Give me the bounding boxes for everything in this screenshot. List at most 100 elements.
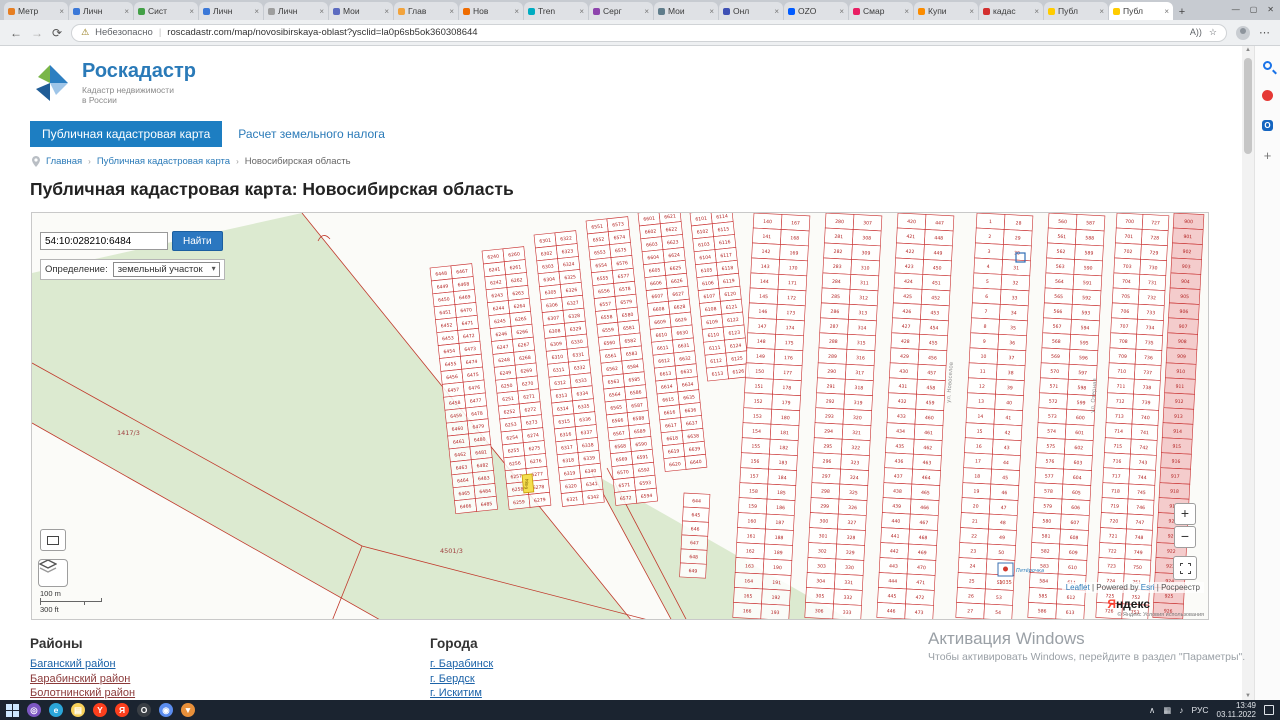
window-minimize-icon[interactable]: — <box>1232 5 1240 14</box>
browser-tab[interactable]: Tren× <box>524 2 588 20</box>
fullscreen-button[interactable] <box>1173 556 1197 580</box>
site-logo-title[interactable]: Роскадастр <box>82 60 196 83</box>
edge-icon[interactable]: e <box>49 703 63 717</box>
tab-close-icon[interactable]: × <box>514 7 519 16</box>
browser-tab[interactable]: Глав× <box>394 2 458 20</box>
scroll-up-icon[interactable]: ▲ <box>1242 47 1254 53</box>
tab-close-icon[interactable]: × <box>254 7 259 16</box>
tab-close-icon[interactable]: × <box>1164 7 1169 16</box>
language-indicator[interactable]: РУС <box>1192 705 1209 715</box>
taskbar-clock[interactable]: 13:4903.11.2022 <box>1217 701 1256 719</box>
footer-link[interactable]: г. Барабинск <box>430 658 493 670</box>
browser-tab[interactable]: Смар× <box>849 2 913 20</box>
yandex-icon[interactable]: Я <box>115 703 129 717</box>
footer-link[interactable]: Барабинский район <box>30 673 135 685</box>
tab-close-icon[interactable]: × <box>59 7 64 16</box>
tab-close-icon[interactable]: × <box>124 7 129 16</box>
tab-close-icon[interactable]: × <box>319 7 324 16</box>
volume-icon[interactable]: ♪ <box>1179 705 1183 715</box>
tab-public-cadastral-map[interactable]: Публичная кадастровая карта <box>30 121 222 147</box>
url-text[interactable]: roscadastr.com/map/novosibirskaya-oblast… <box>167 27 1184 38</box>
zoom-in-button[interactable]: + <box>1174 503 1196 525</box>
profile-avatar[interactable] <box>1236 26 1250 40</box>
tab-close-icon[interactable]: × <box>839 7 844 16</box>
definition-select[interactable]: земельный участок ▾ <box>113 262 220 277</box>
url-field[interactable]: ⚠ Небезопасно | roscadastr.com/map/novos… <box>71 24 1227 42</box>
tray-expand-icon[interactable]: ∧ <box>1149 705 1155 716</box>
browser-tab[interactable]: Публ× <box>1044 2 1108 20</box>
tab-close-icon[interactable]: × <box>709 7 714 16</box>
browser-menu-icon[interactable]: ⋯ <box>1259 26 1270 39</box>
footer-link[interactable]: г. Бердск <box>430 673 493 685</box>
sidebar-shopping-icon[interactable] <box>1261 88 1275 102</box>
tab-close-icon[interactable]: × <box>904 7 909 16</box>
new-tab-button[interactable]: + <box>1174 4 1190 20</box>
layers-button[interactable] <box>38 559 68 587</box>
page-scrollbar[interactable]: ▲ ▼ <box>1242 46 1254 700</box>
sidebar-office-icon[interactable]: O <box>1261 118 1275 132</box>
browser-tab[interactable]: Личн× <box>69 2 133 20</box>
browser-tab[interactable]: кадас× <box>979 2 1043 20</box>
browser-tab[interactable]: OZO× <box>784 2 848 20</box>
tab-close-icon[interactable]: × <box>774 7 779 16</box>
refresh-icon[interactable]: ⟳ <box>52 26 62 40</box>
back-icon[interactable]: ← <box>10 26 22 40</box>
opera-icon[interactable]: O <box>137 703 151 717</box>
yandex-copyright[interactable]: © Яндекс Условия использования <box>1117 612 1204 618</box>
mediaget-icon[interactable]: ▼ <box>181 703 195 717</box>
tab-close-icon[interactable]: × <box>449 7 454 16</box>
zoom-out-button[interactable]: − <box>1174 526 1196 548</box>
sidebar-add-icon[interactable]: + <box>1261 148 1275 162</box>
scroll-down-icon[interactable]: ▼ <box>1242 693 1254 699</box>
cortana-icon[interactable]: ◎ <box>27 703 41 717</box>
tab-close-icon[interactable]: × <box>1034 7 1039 16</box>
footer-link[interactable]: Баганский район <box>30 658 135 670</box>
browser-tab[interactable]: Онл× <box>719 2 783 20</box>
explorer-icon[interactable]: ▤ <box>71 703 85 717</box>
tab-close-icon[interactable]: × <box>1099 7 1104 16</box>
browser-tab[interactable]: Метр× <box>4 2 68 20</box>
chrome-icon[interactable]: ◉ <box>159 703 173 717</box>
tab-land-tax-calc[interactable]: Расчет земельного налога <box>238 127 385 141</box>
browser-tab[interactable]: Личн× <box>199 2 263 20</box>
browser-tab[interactable]: Сист× <box>134 2 198 20</box>
security-label[interactable]: Небезопасно <box>95 27 153 38</box>
select-area-button[interactable] <box>40 529 66 551</box>
yandex-logo[interactable]: Яндекс <box>1107 597 1150 611</box>
read-aloud-icon[interactable]: A)) <box>1190 27 1202 38</box>
yandex-browser-icon[interactable]: Y <box>93 703 107 717</box>
tab-close-icon[interactable]: × <box>644 7 649 16</box>
search-button[interactable]: Найти <box>172 231 223 251</box>
browser-tab[interactable]: Публ× <box>1109 2 1173 20</box>
breadcrumb-item[interactable]: Главная <box>46 156 82 167</box>
sidebar-search-icon[interactable] <box>1261 58 1275 72</box>
breadcrumb-item[interactable]: Публичная кадастровая карта <box>97 156 230 167</box>
window-close-icon[interactable]: ✕ <box>1267 5 1274 14</box>
favorite-star-icon[interactable]: ☆ <box>1209 27 1217 38</box>
svg-text:4: 4 <box>987 264 990 270</box>
tab-close-icon[interactable]: × <box>384 7 389 16</box>
browser-tab[interactable]: Серг× <box>589 2 653 20</box>
esri-link[interactable]: Esri <box>1141 583 1155 592</box>
browser-tab[interactable]: Личн× <box>264 2 328 20</box>
tab-close-icon[interactable]: × <box>969 7 974 16</box>
leaflet-link[interactable]: Leaflet <box>1066 583 1090 592</box>
scrollbar-thumb[interactable] <box>1244 58 1252 154</box>
cadastral-map[interactable]: 6448644964506451645264536454645564566457… <box>31 212 1209 620</box>
tab-close-icon[interactable]: × <box>189 7 194 16</box>
start-button[interactable] <box>6 704 19 717</box>
browser-tab[interactable]: Мои× <box>329 2 393 20</box>
notification-center-icon[interactable] <box>1264 705 1274 715</box>
breadcrumb-item[interactable]: Новосибирская область <box>245 156 351 167</box>
browser-tab[interactable]: Купи× <box>914 2 978 20</box>
tab-close-icon[interactable]: × <box>579 7 584 16</box>
svg-text:305: 305 <box>815 593 824 599</box>
browser-tab[interactable]: Мои× <box>654 2 718 20</box>
window-maximize-icon[interactable]: ▢ <box>1250 5 1258 14</box>
cadastral-search-input[interactable] <box>40 232 168 250</box>
footer-link[interactable]: г. Искитим <box>430 687 493 699</box>
footer-link[interactable]: Болотнинский район <box>30 687 135 699</box>
forward-icon[interactable]: → <box>31 26 43 40</box>
browser-tab[interactable]: Нов× <box>459 2 523 20</box>
network-icon[interactable]: ▦ <box>1163 705 1171 716</box>
